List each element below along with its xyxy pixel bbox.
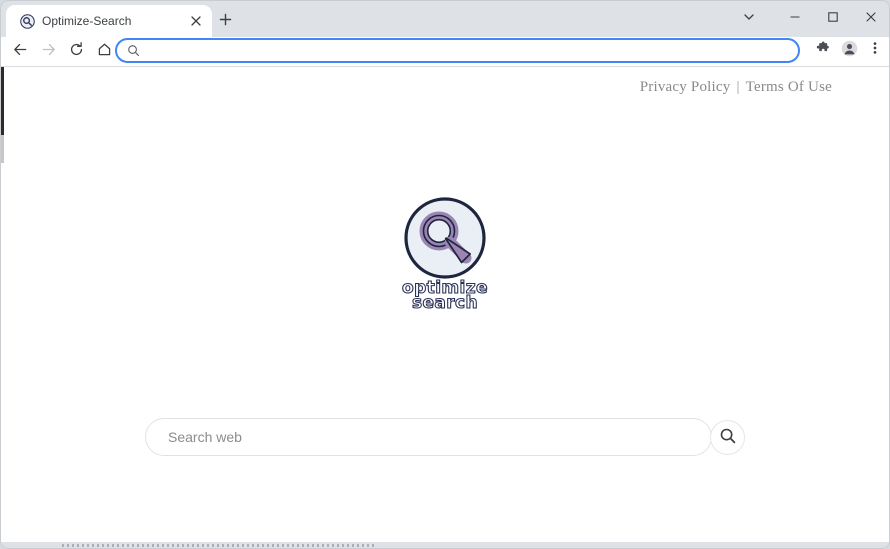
- back-button[interactable]: [6, 38, 34, 66]
- minimize-button[interactable]: [776, 3, 814, 35]
- puzzle-icon: [816, 40, 831, 61]
- new-tab-button[interactable]: [212, 9, 238, 35]
- bottom-render-artifact: [62, 544, 374, 547]
- magnifier-logo-icon: [404, 197, 486, 279]
- reload-button[interactable]: [62, 38, 90, 66]
- home-icon: [96, 41, 113, 63]
- viewport-left-edge-light: [0, 135, 4, 163]
- chrome-menu-button[interactable]: [862, 38, 888, 63]
- viewport-left-edge-dark: [0, 67, 4, 135]
- maximize-icon: [827, 10, 839, 28]
- page-footer-links: Privacy Policy | Terms Of Use: [640, 79, 832, 96]
- magnifier-favicon-icon: [20, 14, 35, 29]
- window-controls: [732, 0, 890, 37]
- privacy-policy-link[interactable]: Privacy Policy: [640, 79, 731, 95]
- arrow-left-icon: [12, 41, 29, 63]
- terms-of-use-link[interactable]: Terms Of Use: [746, 79, 832, 95]
- close-window-button[interactable]: [852, 3, 890, 35]
- toolbar-actions: [810, 38, 888, 63]
- site-logo: optimize search: [0, 197, 890, 313]
- tab-search-button[interactable]: [732, 3, 766, 35]
- chevron-down-icon: [743, 10, 755, 28]
- search-icon: [126, 44, 140, 58]
- plus-icon: [219, 13, 232, 31]
- extensions-button[interactable]: [810, 38, 836, 63]
- profile-button[interactable]: [836, 38, 862, 63]
- browser-tab[interactable]: Optimize-Search: [6, 5, 212, 37]
- search-row: [145, 418, 747, 456]
- reload-icon: [68, 41, 85, 63]
- forward-button[interactable]: [34, 38, 62, 66]
- tab-close-icon[interactable]: [188, 13, 204, 29]
- three-dots-icon: [868, 41, 882, 60]
- address-bar[interactable]: [115, 38, 800, 63]
- search-icon: [719, 427, 737, 448]
- tab-strip: Optimize-Search: [0, 0, 890, 37]
- browser-window: Optimize-Search Privacy Policy | Terms O…: [0, 0, 890, 549]
- search-field[interactable]: [145, 418, 712, 456]
- avatar-icon: [841, 40, 858, 62]
- search-submit-button[interactable]: [710, 419, 745, 455]
- maximize-button[interactable]: [814, 3, 852, 35]
- page-viewport: Privacy Policy | Terms Of Use optimize s…: [0, 67, 890, 542]
- minimize-icon: [789, 10, 801, 28]
- arrow-right-icon: [40, 41, 57, 63]
- address-bar-input[interactable]: [147, 40, 798, 61]
- links-separator: |: [736, 79, 740, 95]
- tab-title: Optimize-Search: [42, 14, 132, 28]
- logo-word-search: search: [411, 293, 479, 313]
- screenshot-root: Optimize-Search Privacy Policy | Terms O…: [0, 0, 890, 549]
- logo-wordmark: optimize search: [401, 279, 488, 313]
- close-icon: [865, 10, 877, 28]
- search-input[interactable]: [168, 429, 695, 445]
- home-button[interactable]: [90, 38, 118, 66]
